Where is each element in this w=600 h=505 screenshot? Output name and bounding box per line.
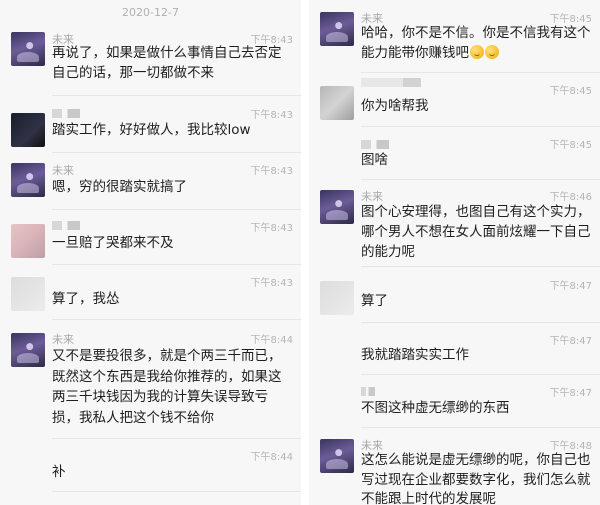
message-text: 哈哈，你不是不信。你是不信我有这个能力能带你赚钱吧 xyxy=(361,23,592,63)
avatar[interactable] xyxy=(320,281,354,315)
divider xyxy=(52,264,301,265)
message-time: 下午8:44 xyxy=(250,452,293,463)
message-time: 下午8:43 xyxy=(250,223,293,234)
message-text: 嗯，穷的很踏实就搞了 xyxy=(52,179,187,195)
chat-column-left[interactable]: 2020-12-7 未来 下午8:43 再说了，如果是做什么事情自己去否定自己的… xyxy=(0,0,301,505)
masked-sender-name xyxy=(361,78,421,87)
message-time: 下午8:43 xyxy=(250,278,293,289)
chat-column-right[interactable]: 未来 下午8:45 哈哈，你不是不信。你是不信我有这个能力能带你赚钱吧 下午8:… xyxy=(309,0,600,505)
masked-sender-name xyxy=(361,387,375,396)
message-text: 补 xyxy=(52,464,66,480)
avatar[interactable] xyxy=(11,224,45,258)
divider xyxy=(52,319,301,320)
grin-emoji-icon xyxy=(470,45,484,59)
avatar[interactable] xyxy=(320,190,354,224)
message-text: 这怎么能说是虚无缥缈的呢，你自己也写过现在企业都要数字化，我们怎么就不能跟上时代… xyxy=(361,452,591,505)
avatar[interactable] xyxy=(320,86,354,120)
divider xyxy=(361,322,600,323)
divider xyxy=(361,427,600,428)
masked-sender-name xyxy=(361,140,389,149)
avatar[interactable] xyxy=(11,163,45,197)
message-time: 下午8:43 xyxy=(250,166,293,177)
divider xyxy=(52,209,301,210)
message-time: 下午8:47 xyxy=(549,388,592,399)
message-time: 下午8:47 xyxy=(549,281,592,292)
sender-name: 未来 xyxy=(52,333,74,346)
message-text: 我就踏踏实实工作 xyxy=(361,347,469,363)
avatar[interactable] xyxy=(11,277,45,311)
avatar[interactable] xyxy=(11,32,45,66)
divider xyxy=(361,266,600,267)
message-text: 不图这种虚无缥缈的东西 xyxy=(361,400,510,416)
avatar[interactable] xyxy=(320,439,354,473)
divider xyxy=(52,438,301,439)
message-time: 下午8:45 xyxy=(549,86,592,97)
avatar[interactable] xyxy=(11,333,45,367)
message-text: 踏实工作，好好做人，我比较low xyxy=(52,122,251,138)
divider xyxy=(361,374,600,375)
message-time: 下午8:45 xyxy=(549,140,592,151)
grin-emoji-icon xyxy=(485,45,499,59)
message-time: 下午8:48 xyxy=(549,441,592,452)
message-time: 下午8:43 xyxy=(250,110,293,121)
date-header: 2020-12-7 xyxy=(122,6,179,19)
message-text: 算了 xyxy=(361,293,388,309)
divider xyxy=(52,152,301,153)
divider xyxy=(52,95,301,96)
masked-sender-name xyxy=(52,109,80,118)
avatar[interactable] xyxy=(320,12,354,46)
divider xyxy=(361,72,600,73)
masked-sender-name xyxy=(52,221,80,230)
message-text: 图啥 xyxy=(361,152,388,168)
message-text: 再说了，如果是做什么事情自己去否定自己的话，那一切都做不来 xyxy=(52,45,282,81)
chat-screenshot: 2020-12-7 未来 下午8:43 再说了，如果是做什么事情自己去否定自己的… xyxy=(0,0,600,505)
message-text: 图个心安理得，也图自己有这个实力，哪个男人不想在女人面前炫耀一下自己的能力呢 xyxy=(361,204,591,260)
sender-name: 未来 xyxy=(52,164,74,177)
message-text: 一旦赔了哭都来不及 xyxy=(52,235,174,251)
message-text: 又不是要投很多，就是个两三千而已，既然这个东西是我给你推荐的，如果这两三千块钱因… xyxy=(52,348,282,426)
divider xyxy=(361,179,600,180)
message-text: 算了，我怂 xyxy=(52,291,120,307)
message-time: 下午8:44 xyxy=(250,335,293,346)
message-time: 下午8:46 xyxy=(549,192,592,203)
divider xyxy=(52,491,301,492)
message-text: 你为啥帮我 xyxy=(361,98,429,114)
divider xyxy=(361,126,600,127)
avatar[interactable] xyxy=(11,113,45,147)
